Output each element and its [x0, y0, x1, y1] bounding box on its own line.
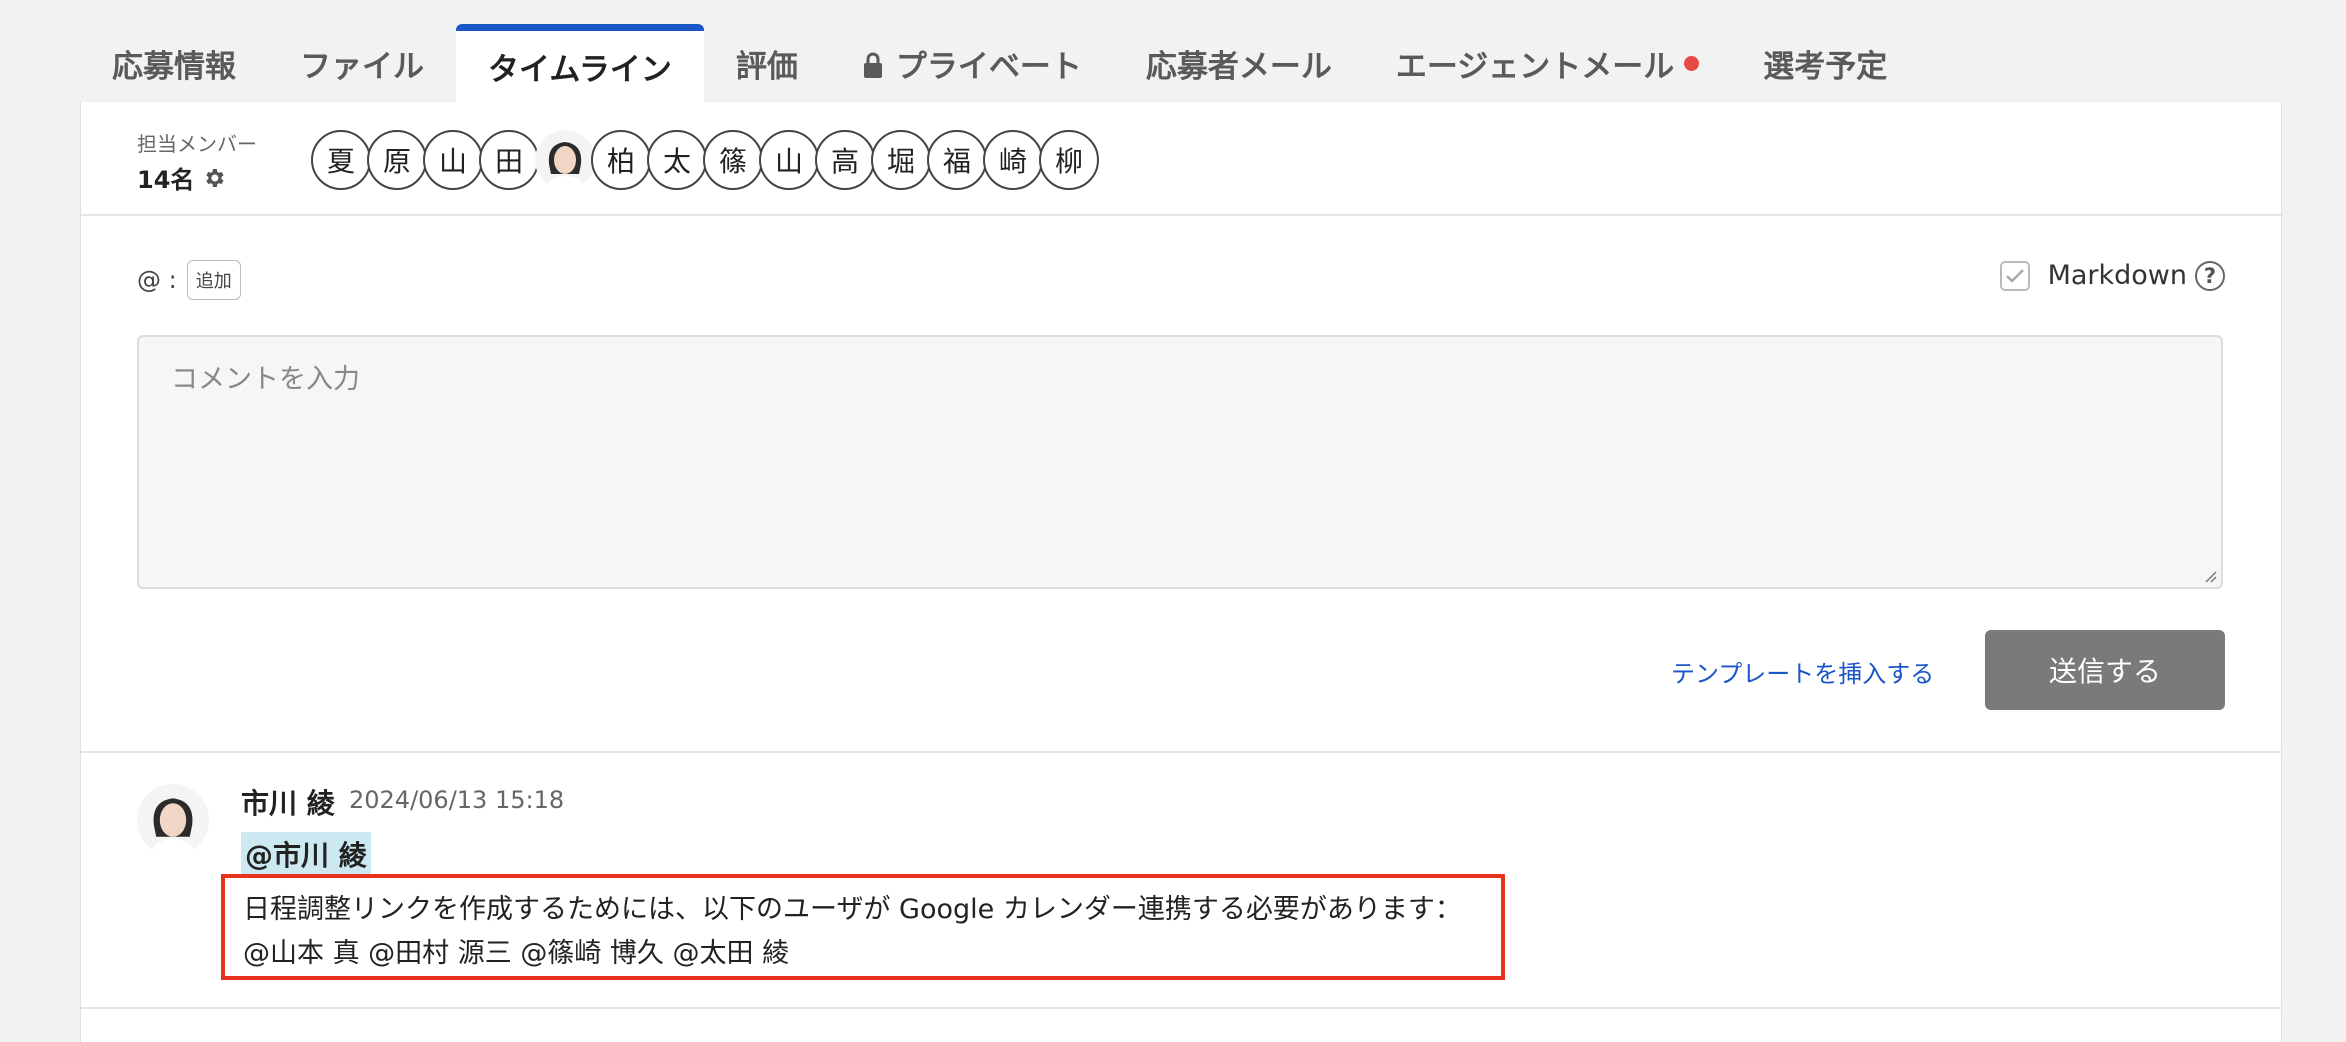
post-message-mentions: @山本 真 @田村 源三 @篠崎 博久 @太田 綾 — [243, 938, 790, 969]
post-timestamp: 2024/06/13 15:18 — [349, 786, 565, 814]
tab-timeline[interactable]: タイムライン — [456, 24, 704, 102]
members-label: 担当メンバー — [137, 132, 257, 156]
divider — [81, 751, 2281, 753]
member-avatar[interactable]: 田 — [479, 130, 539, 190]
tab-schedule[interactable]: 選考予定 — [1731, 24, 1919, 102]
insert-template-link[interactable]: テンプレートを挿入する — [1671, 654, 1934, 689]
members-bar: 担当メンバー 14名 夏 原 山 田 柏 太 篠 山 高 堀 福 崎 柳 — [81, 102, 2281, 216]
post-message: 日程調整リンクを作成するためには、以下のユーザが Google カレンダー連携す… — [221, 874, 1505, 980]
tab-bar: 応募情報 ファイル タイムライン 評価 プライベート 応募者メール エージェント… — [80, 22, 1919, 102]
divider — [81, 1007, 2281, 1009]
person-photo-icon — [535, 130, 595, 190]
post-author-avatar — [137, 784, 209, 856]
markdown-toggle[interactable]: Markdown ? — [1999, 260, 2225, 291]
member-avatar[interactable]: 福 — [927, 130, 987, 190]
member-avatar[interactable]: 山 — [759, 130, 819, 190]
check-icon — [2005, 268, 2024, 283]
tab-files[interactable]: ファイル — [268, 24, 456, 102]
member-avatar[interactable]: 山 — [423, 130, 483, 190]
member-avatar[interactable]: 高 — [815, 130, 875, 190]
tab-applicant-mail[interactable]: 応募者メール — [1114, 24, 1364, 102]
mention-row: @ : 追加 — [137, 260, 241, 300]
member-avatar[interactable]: 堀 — [871, 130, 931, 190]
mention-prefix: @ : — [137, 266, 177, 294]
tab-agent-mail[interactable]: エージェントメール — [1364, 24, 1731, 102]
members-count[interactable]: 14名 — [137, 160, 226, 195]
comment-input[interactable]: コメントを入力 — [137, 335, 2223, 589]
markdown-label: Markdown — [2047, 260, 2187, 291]
post-author-name: 市川 綾 — [241, 787, 335, 820]
member-avatar[interactable]: 夏 — [311, 130, 371, 190]
member-avatars: 夏 原 山 田 柏 太 篠 山 高 堀 福 崎 柳 — [311, 130, 1099, 190]
resize-handle-icon[interactable] — [2201, 567, 2217, 583]
post-mention[interactable]: @市川 綾 — [241, 832, 371, 876]
member-avatar[interactable]: 崎 — [983, 130, 1043, 190]
member-avatar-photo[interactable] — [535, 130, 595, 190]
markdown-checkbox[interactable] — [1999, 260, 2030, 291]
member-avatar[interactable]: 柳 — [1039, 130, 1099, 190]
person-photo-icon — [137, 784, 209, 856]
member-avatar[interactable]: 篠 — [703, 130, 763, 190]
tab-private[interactable]: プライベート — [830, 24, 1114, 102]
notification-dot — [1684, 55, 1700, 71]
timeline-panel: 担当メンバー 14名 夏 原 山 田 柏 太 篠 山 高 堀 福 崎 柳 @:… — [80, 102, 2282, 1042]
comment-placeholder: コメントを入力 — [171, 364, 360, 395]
help-icon[interactable]: ? — [2195, 260, 2225, 291]
member-avatar[interactable]: 原 — [367, 130, 427, 190]
tab-evaluation[interactable]: 評価 — [704, 24, 830, 102]
send-button[interactable]: 送信する — [1985, 630, 2225, 710]
member-avatar[interactable]: 柏 — [591, 130, 651, 190]
tab-application-info[interactable]: 応募情報 — [80, 24, 268, 102]
post-message-line: 日程調整リンクを作成するためには、以下のユーザが Google カレンダー連携す… — [243, 894, 1462, 925]
add-mention-button[interactable]: 追加 — [186, 260, 241, 300]
lock-icon — [863, 52, 882, 78]
member-avatar[interactable]: 太 — [647, 130, 707, 190]
gear-icon[interactable] — [202, 166, 226, 190]
